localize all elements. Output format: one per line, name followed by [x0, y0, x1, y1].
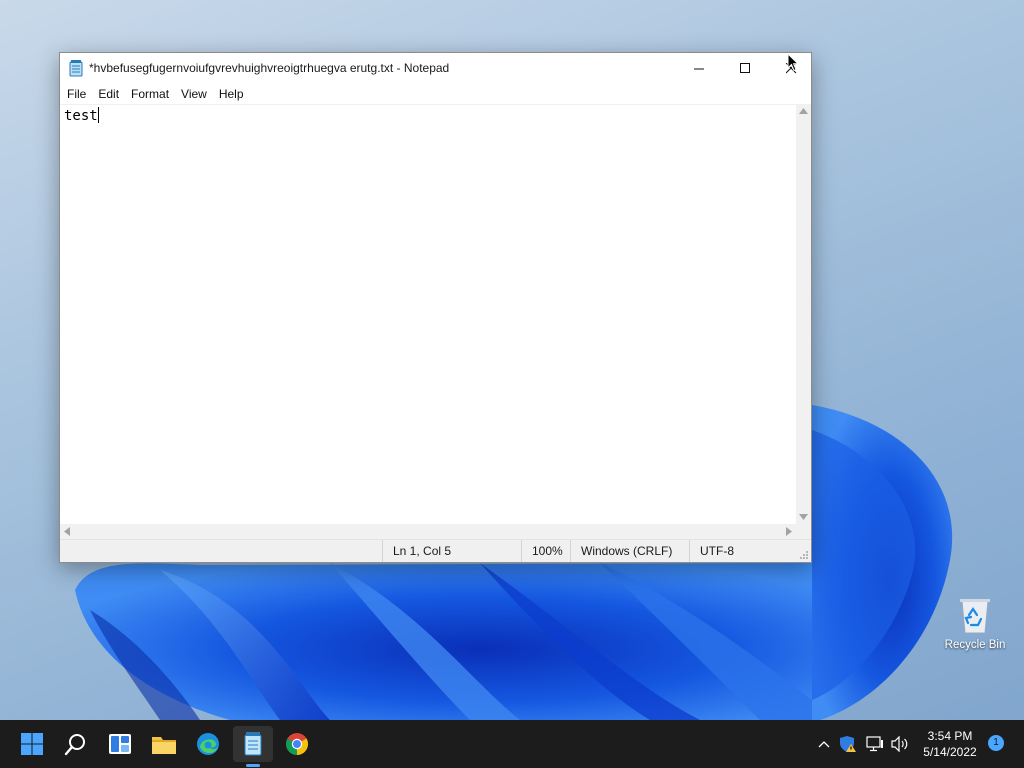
- widgets-button[interactable]: [100, 726, 140, 762]
- text-caret: [97, 107, 99, 123]
- volume-icon: [891, 736, 908, 752]
- menu-file[interactable]: File: [61, 84, 92, 104]
- edge-icon: [197, 733, 219, 755]
- status-line-endings: Windows (CRLF): [570, 540, 690, 562]
- active-app-indicator: [246, 764, 260, 767]
- status-cursor-position: Ln 1, Col 5: [382, 540, 522, 562]
- security-tray-button[interactable]: [838, 734, 858, 754]
- menu-view[interactable]: View: [175, 84, 213, 104]
- taskbar: 3:54 PM 5/14/2022 1: [0, 720, 1024, 768]
- window-title: *hvbefusegfugernvoiufgvrevhuighvreoigtrh…: [89, 61, 450, 75]
- recycle-bin-icon: [960, 599, 990, 634]
- search-button[interactable]: [56, 726, 96, 762]
- file-explorer-button[interactable]: [144, 726, 184, 762]
- volume-tray-button[interactable]: [890, 734, 910, 754]
- menu-bar: File Edit Format View Help: [60, 84, 811, 104]
- editor-text: test: [64, 108, 98, 124]
- notepad-taskbar-button[interactable]: [233, 726, 273, 762]
- text-editor[interactable]: test: [60, 104, 796, 524]
- notification-badge[interactable]: 1: [988, 735, 1004, 751]
- horizontal-scrollbar[interactable]: [60, 524, 796, 539]
- show-hidden-icons-button[interactable]: [814, 734, 834, 754]
- notepad-window: *hvbefusegfugernvoiufgvrevhuighvreoigtrh…: [59, 52, 812, 563]
- chevron-up-icon: [818, 741, 830, 748]
- vertical-scrollbar[interactable]: [796, 104, 811, 524]
- start-icon: [21, 733, 43, 755]
- status-bar: Ln 1, Col 5 100% Windows (CRLF) UTF-8: [60, 539, 811, 562]
- chrome-button[interactable]: [277, 726, 317, 762]
- menu-help[interactable]: Help: [213, 84, 250, 104]
- scroll-down-icon[interactable]: [799, 514, 808, 520]
- notepad-app-icon: [69, 60, 83, 77]
- edge-button[interactable]: [188, 726, 228, 762]
- widgets-icon: [109, 734, 131, 754]
- resize-grip-icon[interactable]: [799, 550, 809, 560]
- notepad-icon: [244, 732, 262, 756]
- scroll-right-icon[interactable]: [786, 527, 792, 536]
- file-explorer-icon: [152, 737, 176, 754]
- menu-edit[interactable]: Edit: [92, 84, 125, 104]
- menu-format[interactable]: Format: [125, 84, 175, 104]
- chrome-icon: [286, 733, 308, 755]
- maximize-button[interactable]: [722, 53, 768, 84]
- clock-date: 5/14/2022: [923, 745, 977, 759]
- minimize-icon: [693, 68, 704, 70]
- maximize-icon: [739, 63, 750, 73]
- minimize-button[interactable]: [676, 53, 722, 84]
- scroll-up-icon[interactable]: [799, 108, 808, 114]
- taskbar-clock[interactable]: 3:54 PM 5/14/2022: [918, 728, 982, 760]
- search-icon: [64, 734, 85, 756]
- desktop-icon-label: Recycle Bin: [944, 639, 1006, 651]
- desktop-icon-recycle-bin[interactable]: Recycle Bin: [940, 595, 1010, 667]
- security-warning-icon: [840, 736, 856, 752]
- network-icon: [866, 736, 883, 752]
- clock-time: 3:54 PM: [927, 729, 973, 743]
- status-encoding: UTF-8: [689, 540, 789, 562]
- network-tray-button[interactable]: [865, 734, 885, 754]
- scroll-left-icon[interactable]: [64, 527, 70, 536]
- scrollbar-corner: [796, 524, 811, 539]
- start-button[interactable]: [12, 726, 52, 762]
- title-bar[interactable]: *hvbefusegfugernvoiufgvrevhuighvreoigtrh…: [60, 53, 811, 84]
- mouse-pointer-icon: [787, 53, 799, 72]
- status-zoom: 100%: [521, 540, 571, 562]
